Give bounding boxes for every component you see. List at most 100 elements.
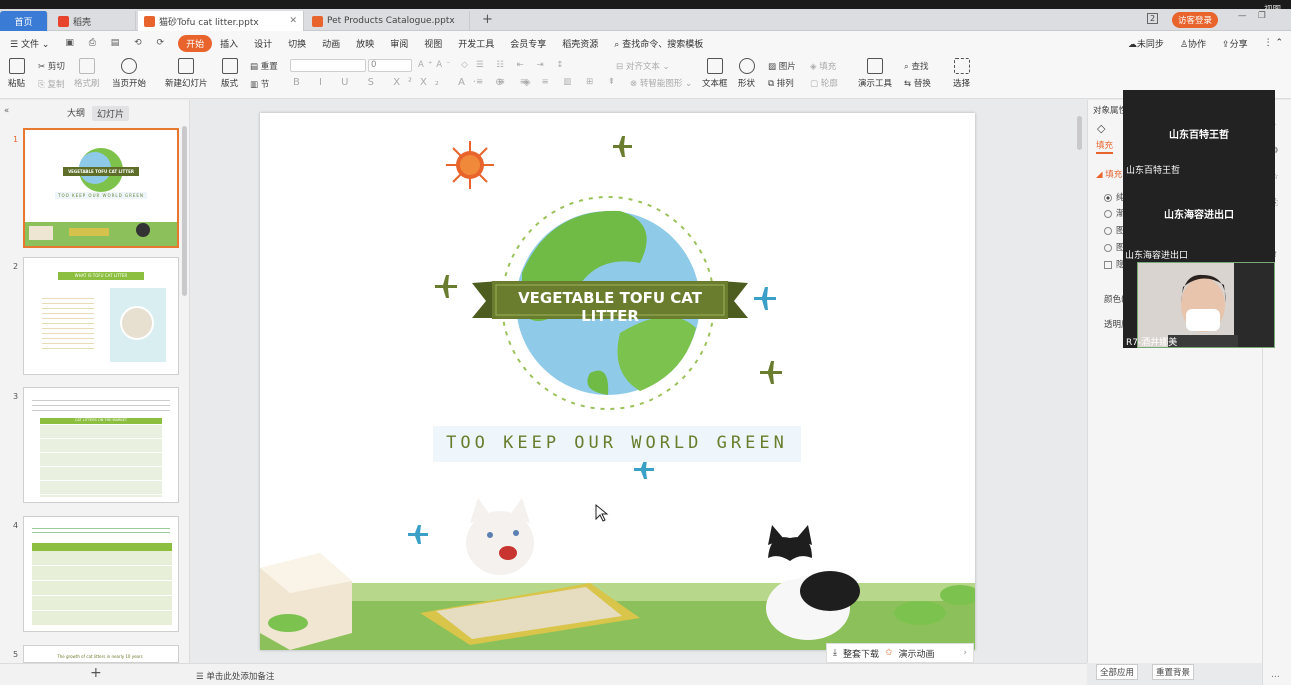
minimize-icon[interactable]: — [1238,11,1247,21]
fill-option-solid[interactable]: 纯 [1104,191,1125,203]
slide-thumbnail-4[interactable] [23,516,179,632]
panel-scrollbar[interactable] [182,126,187,296]
select-button[interactable]: 选择 [953,58,970,89]
textbox-button[interactable]: 文本框 [702,58,728,89]
menu-docer-resources[interactable]: 稻壳资源 [554,37,606,50]
menu-animation[interactable]: 动画 [314,37,348,50]
menu-start[interactable]: 开始 [178,34,213,52]
brush-icon [78,58,95,74]
shape-button[interactable]: 形状 [738,58,755,89]
font-family-select[interactable] [290,59,366,72]
menu-bar: ☰ 文件 ⌄ ▣ ⎙ ▤ ⟲ ⟳ 开始 插入 设计 切换 动画 放映 审阅 视图… [0,31,1291,55]
outline-button[interactable]: ▢ 轮廓 [810,77,838,89]
fill-button[interactable]: ◈ 填充 [810,60,836,72]
new-slide-button[interactable]: 新建幻灯片 [165,58,208,89]
template-toolbar: ⤓ 整套下载 ✩ 演示动画 › [826,643,974,663]
copy-button[interactable]: ⎘ 复制 [38,78,65,90]
picture-button[interactable]: ▨ 图片 [768,60,796,72]
fill-option-picture[interactable]: 图 [1104,224,1125,236]
slide-thumbnail-3[interactable]: CAT LITTERS ON THE MARKET [23,387,179,503]
fill-option-pattern[interactable]: 图 [1104,241,1125,253]
paste-button[interactable]: 粘贴 [8,58,25,89]
play-icon [121,58,137,74]
more-icon[interactable]: ⋮ ⌃ [1256,38,1291,48]
collapse-panel-icon[interactable]: « [4,106,9,116]
reset-button[interactable]: ▤ 重置 [250,60,278,72]
zoom-scroll[interactable] [1078,606,1084,658]
fill-tab[interactable]: 填充 [1096,139,1114,154]
download-button[interactable]: 整套下载 [843,647,879,660]
command-search[interactable]: ⌕ 查找命令、搜索模板 [606,37,711,50]
menu-slideshow[interactable]: 放映 [348,37,382,50]
replace-button[interactable]: ⇆ 替换 [904,77,931,89]
slides-panel: « 大纲 幻灯片 1 VEGETABLE TOFU CAT LITTER TOO… [0,100,190,663]
tab-home[interactable]: 首页 [0,11,48,31]
new-tab-plus-icon[interactable]: + [482,12,493,27]
format-painter-button[interactable]: 格式刷 [74,58,100,89]
slide-canvas[interactable]: VEGETABLE TOFU CAT LITTER TOO KEEP OUR W… [260,113,975,650]
paragraph-align-buttons[interactable]: ≡ ≡ ≡ ≡ ▥ ⊞ ⇞ [476,77,621,87]
cut-button[interactable]: ✂ 剪切 [38,60,65,72]
align-text-button[interactable]: ⊟ 对齐文本 ⌄ [616,60,670,72]
font-size-adjust[interactable]: A⁺A⁻ ◇ [418,60,472,70]
share-button[interactable]: ⇪分享 [1214,37,1256,50]
notes-area[interactable]: ☰ 单击此处添加备注 [196,670,274,682]
fill-option-gradient[interactable]: 渐 [1104,207,1125,219]
tofu-block [260,553,352,650]
play-from-current-button[interactable]: 当页开始 [112,58,146,89]
menu-developer[interactable]: 开发工具 [450,37,502,50]
menu-design[interactable]: 设计 [246,37,280,50]
animation-icon: ✩ [885,648,893,658]
guest-login-button[interactable]: 访客登录 [1172,12,1219,28]
list-buttons[interactable]: ☰ ☷ ⇤ ⇥ ↕ [476,60,568,70]
hide-background-checkbox[interactable]: 隐 [1104,258,1125,270]
menu-view[interactable]: 视图 [416,37,450,50]
smartart-button[interactable]: ⊗ 转智能图形 ⌄ [630,77,692,89]
font-size-select[interactable]: 0 [368,59,412,72]
tab-outline[interactable]: 大纲 [67,106,85,119]
status-bar: + ☰ 单击此处添加备注 [0,606,1087,685]
slide-subtitle[interactable]: TOO KEEP OUR WORLD GREEN [433,433,801,453]
arrange-button[interactable]: ⧉ 排列 [768,77,794,89]
airplane-icon [760,361,782,384]
airplane-icon [634,460,654,479]
close-tab-icon[interactable]: ✕ [289,16,297,26]
add-slide-icon[interactable]: + [90,665,102,681]
tab-docer[interactable]: 稻壳 [52,11,136,31]
thumb2-title: WHAT IS TOFU CAT LITTER [74,273,128,278]
reset-background-button[interactable]: 重置背景 [1152,664,1195,680]
menu-member[interactable]: 会员专享 [502,37,554,50]
collaborate-button[interactable]: ♙协作 [1172,37,1214,50]
quick-access-icons[interactable]: ▣ ⎙ ▤ ⟲ ⟳ [57,38,178,48]
fill-tab-icon[interactable]: ◇ [1097,122,1105,135]
participant-name: 山东百特王哲 [1126,166,1181,176]
menu-insert[interactable]: 插入 [212,37,246,50]
presentation-tools-button[interactable]: 演示工具 [858,58,892,89]
fill-section-header[interactable]: ◢ 填充 [1096,168,1122,180]
tab-cat-litter[interactable]: 猫砂Tofu cat litter.pptx ✕ [138,11,304,31]
chevron-right-icon[interactable]: › [963,648,973,658]
slide-title[interactable]: VEGETABLE TOFU CAT LITTER [492,289,728,325]
sync-status[interactable]: ☁未同步 [1120,37,1172,50]
apply-all-button[interactable]: 全部应用 [1096,664,1139,680]
menu-transition[interactable]: 切换 [280,37,314,50]
section-button[interactable]: ▥ 节 [250,78,269,90]
canvas-scrollbar[interactable] [1077,116,1082,150]
slide-thumbnail-5[interactable]: The growth of cat litters in nearly 10 y… [23,645,179,663]
slide-thumbnail-2[interactable]: WHAT IS TOFU CAT LITTER [23,257,179,375]
more-icon[interactable]: ⋯ [1271,672,1280,682]
find-button[interactable]: ⌕ 查找 [904,60,928,72]
tab-slides[interactable]: 幻灯片 [92,106,130,121]
menu-review[interactable]: 审阅 [382,37,416,50]
animation-button[interactable]: 演示动画 [899,647,935,660]
download-icon: ⤓ [833,648,837,658]
window-count-badge[interactable]: 2 [1147,13,1159,24]
white-cat-icon [466,498,534,575]
video-call-overlay[interactable]: 山东百特王哲 山东百特王哲 山东海容进出口 山东海容进出口 R7-酒井娜美 [1123,90,1275,348]
select-icon [953,58,970,74]
layout-button[interactable]: 版式 [221,58,238,89]
file-menu[interactable]: ☰ 文件 ⌄ [0,37,57,50]
tab-pet-catalogue[interactable]: Pet Products Catalogue.pptx [306,11,470,31]
shape-icon [738,58,755,74]
slide-thumbnail-1[interactable]: VEGETABLE TOFU CAT LITTER TOO KEEP OUR W… [23,128,179,248]
